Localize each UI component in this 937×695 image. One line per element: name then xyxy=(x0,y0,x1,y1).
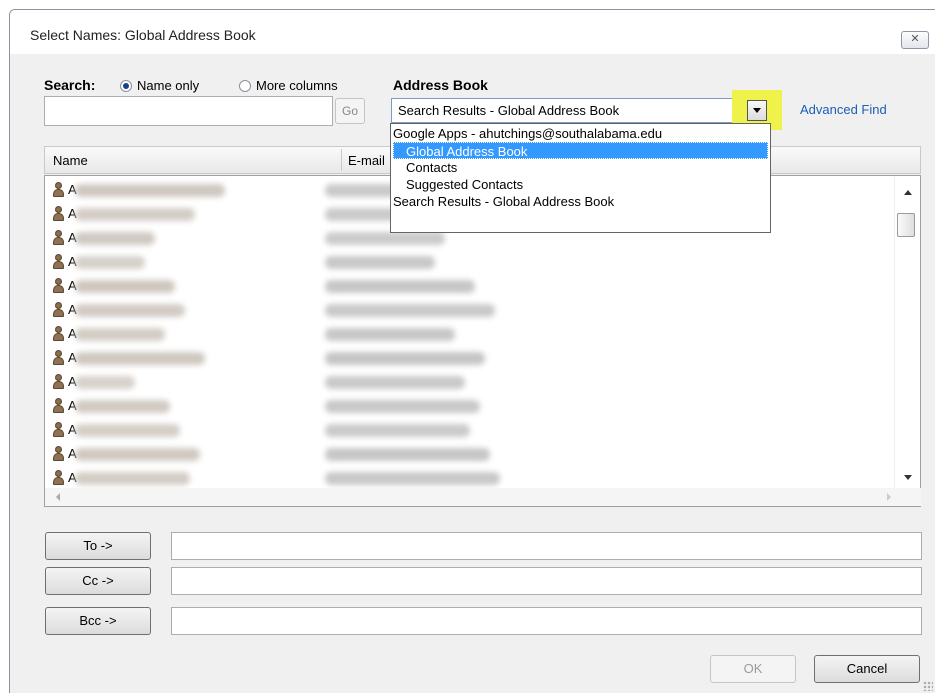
redacted-email xyxy=(325,256,435,269)
resize-grip-icon[interactable] xyxy=(923,681,933,691)
radio-more-columns[interactable]: More columns xyxy=(239,78,338,93)
redacted-name xyxy=(75,352,205,365)
dropdown-item-suggested-contacts[interactable]: Suggested Contacts xyxy=(406,176,523,193)
column-divider[interactable] xyxy=(341,149,342,171)
scroll-down-arrow-icon[interactable] xyxy=(904,475,912,480)
radio-name-only-label: Name only xyxy=(137,78,200,93)
person-icon xyxy=(53,422,64,438)
person-icon xyxy=(53,302,64,318)
dialog-title: Select Names: Global Address Book xyxy=(30,27,256,43)
redacted-email xyxy=(325,280,475,293)
scroll-up-arrow-icon[interactable] xyxy=(904,190,912,195)
cc-field[interactable] xyxy=(171,567,922,595)
redacted-email xyxy=(325,232,445,245)
scroll-left-arrow-icon[interactable] xyxy=(56,493,60,501)
column-header-name[interactable]: Name xyxy=(53,153,88,168)
list-item[interactable]: A xyxy=(45,418,891,442)
redacted-name xyxy=(75,184,225,197)
redacted-email xyxy=(325,472,500,485)
person-icon xyxy=(53,374,64,390)
search-input[interactable] xyxy=(44,96,333,126)
person-icon xyxy=(53,278,64,294)
redacted-email xyxy=(325,376,465,389)
address-book-label: Address Book xyxy=(393,77,488,93)
redacted-email xyxy=(325,400,480,413)
radio-name-only-icon[interactable] xyxy=(120,79,132,92)
redacted-name xyxy=(75,256,145,269)
redacted-name xyxy=(75,208,195,221)
scroll-thumb[interactable] xyxy=(897,213,915,237)
chevron-down-icon[interactable] xyxy=(747,100,767,121)
radio-more-columns-label: More columns xyxy=(256,78,338,93)
redacted-email xyxy=(325,304,495,317)
dropdown-item-global-address-book[interactable]: Global Address Book xyxy=(393,142,768,159)
person-icon xyxy=(53,446,64,462)
dropdown-item-google-apps[interactable]: Google Apps - ahutchings@southalabama.ed… xyxy=(393,125,662,142)
person-icon xyxy=(53,206,64,222)
cc-button[interactable]: Cc -> xyxy=(45,567,151,595)
list-item[interactable]: A xyxy=(45,346,891,370)
list-item[interactable]: A xyxy=(45,298,891,322)
title-bar: Select Names: Global Address Book ✕ xyxy=(10,10,935,54)
person-icon xyxy=(53,326,64,342)
scroll-right-arrow-icon[interactable] xyxy=(887,493,891,501)
list-item[interactable]: A xyxy=(45,322,891,346)
list-item[interactable]: A xyxy=(45,394,891,418)
redacted-name xyxy=(75,424,180,437)
list-item[interactable]: A xyxy=(45,466,891,490)
ok-button[interactable]: OK xyxy=(710,655,796,683)
redacted-name xyxy=(75,232,155,245)
advanced-find-link[interactable]: Advanced Find xyxy=(800,102,887,117)
to-button[interactable]: To -> xyxy=(45,532,151,560)
person-icon xyxy=(53,230,64,246)
radio-more-columns-icon[interactable] xyxy=(239,79,251,92)
redacted-email xyxy=(325,352,485,365)
cancel-button[interactable]: Cancel xyxy=(814,655,920,683)
list-item[interactable]: A xyxy=(45,370,891,394)
bcc-field[interactable] xyxy=(171,607,922,635)
to-field[interactable] xyxy=(171,532,922,560)
select-names-dialog: Select Names: Global Address Book ✕ Sear… xyxy=(9,9,935,693)
redacted-name xyxy=(75,376,135,389)
redacted-email xyxy=(325,328,455,341)
radio-name-only[interactable]: Name only xyxy=(120,78,199,93)
person-icon xyxy=(53,398,64,414)
redacted-name xyxy=(75,472,190,485)
go-button[interactable]: Go xyxy=(335,98,365,124)
redacted-name xyxy=(75,280,175,293)
person-icon xyxy=(53,182,64,198)
dropdown-item-contacts[interactable]: Contacts xyxy=(406,159,457,176)
search-label: Search: xyxy=(44,77,96,93)
redacted-email xyxy=(325,424,470,437)
redacted-name xyxy=(75,328,165,341)
redacted-name xyxy=(75,448,200,461)
bcc-button[interactable]: Bcc -> xyxy=(45,607,151,635)
horizontal-scrollbar[interactable] xyxy=(45,488,921,506)
redacted-name xyxy=(75,304,185,317)
dropdown-item-search-results[interactable]: Search Results - Global Address Book xyxy=(393,193,614,210)
address-book-selected-value: Search Results - Global Address Book xyxy=(398,103,620,118)
list-item[interactable]: A xyxy=(45,250,891,274)
column-header-email[interactable]: E-mail xyxy=(348,153,385,168)
list-item[interactable]: A xyxy=(45,274,891,298)
close-button[interactable]: ✕ xyxy=(901,31,929,49)
address-book-select[interactable]: Search Results - Global Address Book xyxy=(391,98,780,123)
address-book-dropdown-list: Google Apps - ahutchings@southalabama.ed… xyxy=(390,123,771,233)
person-icon xyxy=(53,254,64,270)
list-item[interactable]: A xyxy=(45,442,891,466)
person-icon xyxy=(53,470,64,486)
redacted-name xyxy=(75,400,170,413)
redacted-email xyxy=(325,448,490,461)
vertical-scrollbar[interactable] xyxy=(894,176,920,489)
person-icon xyxy=(53,350,64,366)
